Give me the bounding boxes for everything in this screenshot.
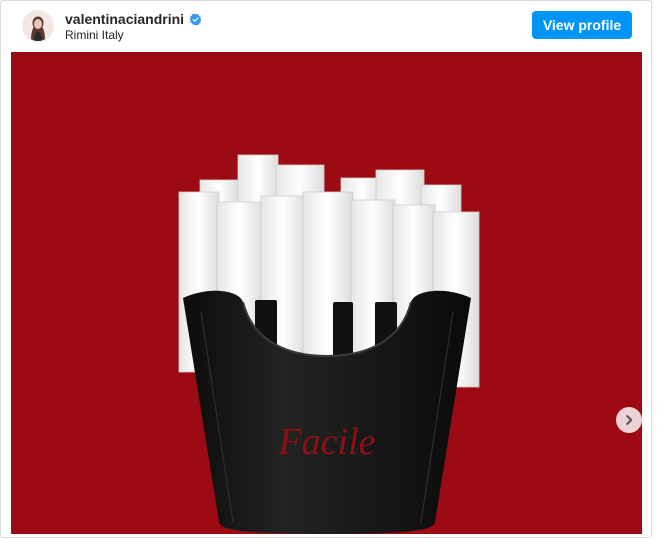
username[interactable]: valentinaciandrini [65, 10, 184, 28]
username-row: valentinaciandrini [65, 10, 202, 28]
post-location[interactable]: Rimini Italy [65, 28, 124, 42]
embedded-post-card: valentinaciandrini Rimini Italy View pro… [0, 0, 652, 538]
post-header: valentinaciandrini Rimini Italy View pro… [1, 1, 651, 51]
avatar[interactable] [22, 10, 54, 42]
verified-badge-icon [189, 12, 202, 26]
container-brand-text: Facile [277, 421, 375, 463]
avatar-image [23, 11, 53, 41]
post-image[interactable]: Facile [11, 52, 642, 534]
chevron-right-icon [626, 415, 633, 425]
view-profile-button[interactable]: View profile [532, 11, 632, 39]
fries-container-illustration: Facile [178, 154, 480, 534]
next-slide-button[interactable] [616, 407, 642, 433]
